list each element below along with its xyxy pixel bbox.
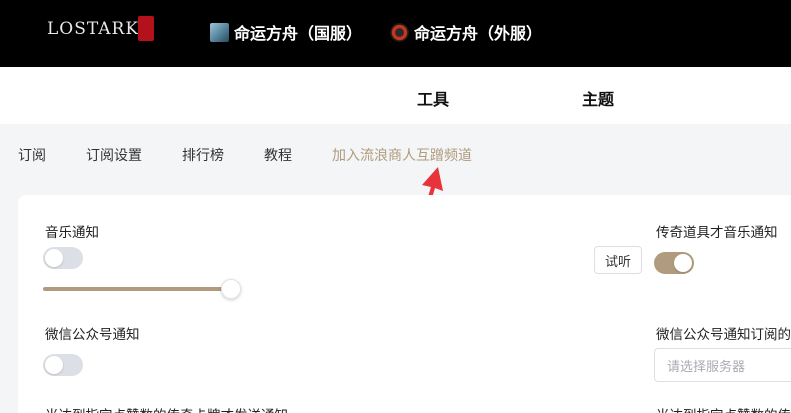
subnav-subscribe-settings[interactable]: 订阅设置	[86, 145, 142, 165]
legendary-music-toggle[interactable]	[654, 252, 694, 274]
subnav-ranking[interactable]: 排行榜	[182, 145, 224, 165]
subnav-subscribe[interactable]: 订阅	[18, 145, 46, 165]
server-select[interactable]: 请选择服务器	[654, 348, 791, 382]
toggle-knob	[45, 249, 63, 267]
logo-seal-icon	[138, 16, 154, 41]
music-notify-label: 音乐通知	[45, 225, 99, 241]
wechat-notify-label: 微信公众号通知	[45, 327, 140, 343]
subnav-tutorial[interactable]: 教程	[264, 145, 292, 165]
subnav-join-channel[interactable]: 加入流浪商人互蹭频道	[332, 145, 472, 165]
legendary-music-label: 传奇道具才音乐通知	[656, 225, 778, 241]
music-notify-toggle[interactable]	[43, 247, 83, 269]
wechat-sub-label: 微信公众号通知订阅的	[656, 327, 791, 343]
game-link-global-label: 命运方舟（外服）	[414, 24, 543, 43]
game-global-icon	[390, 22, 409, 42]
game-link-cn[interactable]: 命运方舟（国服）	[210, 20, 362, 44]
likes-notify-label-right: 当达到指定点赞数的传	[656, 404, 791, 413]
nav-themes[interactable]: 主题	[582, 86, 614, 110]
toggle-knob	[674, 254, 692, 272]
top-header: LOSTARK 命运方舟（国服） 命运方舟（外服）	[0, 0, 791, 67]
volume-slider-handle[interactable]	[221, 279, 241, 299]
game-link-global[interactable]: 命运方舟（外服）	[390, 20, 542, 44]
likes-notify-label: 当达到指定点赞数的传奇卡牌才发送通知	[45, 404, 288, 413]
main-nav: 工具 主题	[0, 67, 791, 124]
listen-button[interactable]: 试听	[594, 246, 642, 274]
wechat-notify-toggle[interactable]	[43, 354, 83, 376]
game-link-cn-label: 命运方舟（国服）	[234, 24, 363, 43]
toggle-knob	[45, 356, 63, 374]
nav-tools[interactable]: 工具	[417, 86, 449, 110]
volume-slider-track[interactable]	[43, 287, 233, 291]
logo[interactable]: LOSTARK	[47, 19, 139, 39]
game-cn-icon	[210, 22, 229, 42]
